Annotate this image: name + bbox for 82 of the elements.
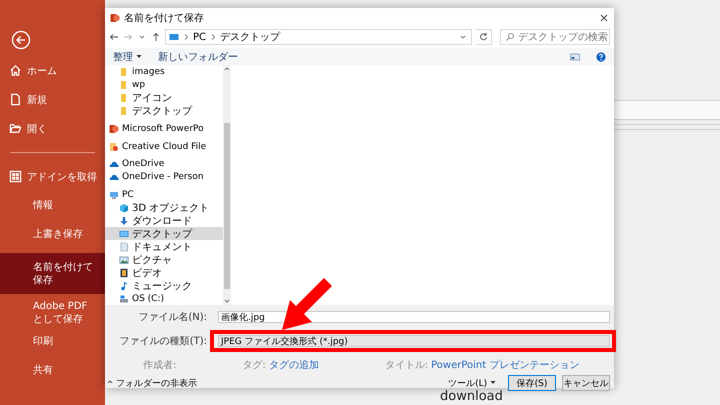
nav-item[interactable]: wp xyxy=(105,78,223,92)
nav-item[interactable]: ドキュメント xyxy=(105,240,223,254)
back-icon[interactable] xyxy=(11,30,31,50)
nav-item[interactable]: OneDrive - Person xyxy=(105,170,223,184)
search-icon xyxy=(505,32,515,42)
download-icon xyxy=(119,216,129,226)
document-icon xyxy=(119,242,129,252)
tools-menu[interactable]: ツール(L) xyxy=(442,376,502,390)
nav-item[interactable]: OneDrive xyxy=(105,158,223,171)
chevron-up-icon[interactable] xyxy=(224,65,230,73)
meta-link[interactable]: PowerPoint プレゼンテーション xyxy=(431,358,580,372)
help-icon[interactable] xyxy=(596,52,606,62)
sidebar-item[interactable]: 名前を付けて保存 xyxy=(0,253,105,294)
view-icon[interactable] xyxy=(570,52,580,62)
chevron-up-icon xyxy=(107,378,113,386)
scrollbar[interactable] xyxy=(223,65,231,305)
nav-item[interactable]: ピクチャ xyxy=(105,253,223,266)
meta-label: 作成者: xyxy=(143,358,176,372)
monitor-icon xyxy=(119,228,129,239)
music-note-icon xyxy=(119,280,129,291)
nav-item[interactable]: デスクトップ xyxy=(105,227,223,240)
nav-item[interactable]: images xyxy=(105,66,223,79)
chevron-right-icon xyxy=(210,33,216,41)
cloud-icon xyxy=(109,159,119,170)
refresh-icon[interactable] xyxy=(476,29,492,45)
organize-menu[interactable]: 整理 xyxy=(113,50,142,64)
nav-item[interactable]: ビデオ xyxy=(105,266,223,280)
chevron-down-icon[interactable] xyxy=(224,297,230,305)
sidebar-item[interactable]: 共有 xyxy=(0,356,105,385)
meta-link[interactable]: タグの追加 xyxy=(268,358,319,372)
dialog-title: 名前を付けて保存 xyxy=(124,12,205,25)
drive-icon xyxy=(119,294,129,304)
nav-item[interactable]: 3D オブジェクト xyxy=(105,201,223,214)
nav-item[interactable]: Microsoft PowerPo xyxy=(105,122,223,136)
sidebar-item[interactable]: 情報 xyxy=(0,191,105,220)
new-folder-button[interactable]: 新しいフォルダー xyxy=(158,50,238,64)
field-label: ファイル名(N): xyxy=(137,311,207,324)
breadcrumb[interactable]: デスクトップ xyxy=(220,30,280,44)
address-bar[interactable]: PC デスクトップ xyxy=(165,29,472,45)
nav-item[interactable]: OS (C:) xyxy=(105,292,223,305)
chevron-right-icon xyxy=(183,33,189,41)
sidebar-item[interactable]: Adobe PDF として保存 xyxy=(0,298,105,327)
cancel-button[interactable]: キャンセル xyxy=(562,375,610,391)
folder-icon xyxy=(9,122,22,135)
sidebar-item[interactable]: ホーム xyxy=(0,56,105,85)
file-type-dropdown[interactable]: JPEG ファイル交換形式 (*.jpg) xyxy=(218,335,610,347)
computer-icon xyxy=(109,190,119,200)
breadcrumb[interactable]: PC xyxy=(193,32,206,42)
back-arrow-icon[interactable] xyxy=(109,32,119,42)
picture-icon xyxy=(119,254,129,265)
background-text: download xyxy=(440,389,503,404)
sidebar-item[interactable]: 上書き保存 xyxy=(0,220,105,249)
monitor-icon xyxy=(169,32,179,42)
cloud-icon xyxy=(109,172,119,182)
nav-item[interactable]: アイコン xyxy=(105,92,223,104)
folder-icon xyxy=(109,142,119,152)
hide-folders-button[interactable]: フォルダーの非表示 xyxy=(105,376,197,390)
folder-icon xyxy=(119,80,129,90)
powerpoint-icon xyxy=(109,124,119,134)
nav-item[interactable]: デスクトップ xyxy=(105,104,223,118)
file-name-field[interactable]: 画像化.jpg xyxy=(218,311,610,323)
sidebar-item[interactable]: 開く xyxy=(0,114,105,143)
powerpoint-icon xyxy=(110,13,120,23)
nav-item[interactable]: ミュージック xyxy=(105,279,223,292)
meta-label: タグ: xyxy=(242,359,266,372)
cube-icon xyxy=(119,202,129,213)
field-label: ファイルの種類(T): xyxy=(118,334,207,348)
document-icon xyxy=(9,93,22,106)
nav-item[interactable]: PC xyxy=(105,188,223,202)
nav-item[interactable]: Creative Cloud File xyxy=(105,140,223,153)
save-button[interactable]: 保存(S) xyxy=(508,375,556,391)
meta-label: タイトル: xyxy=(384,359,428,372)
nav-item[interactable]: ダウンロード xyxy=(105,214,223,228)
film-icon xyxy=(119,268,129,278)
home-icon xyxy=(9,64,22,77)
close-icon[interactable] xyxy=(599,13,609,23)
sidebar-item[interactable]: アドインを取得 xyxy=(0,162,105,191)
sidebar-item[interactable]: 印刷 xyxy=(0,327,105,356)
up-arrow-icon[interactable] xyxy=(151,32,161,42)
folder-icon xyxy=(119,67,129,78)
sidebar-item[interactable]: 新規 xyxy=(0,85,105,114)
grid-icon xyxy=(9,170,22,183)
